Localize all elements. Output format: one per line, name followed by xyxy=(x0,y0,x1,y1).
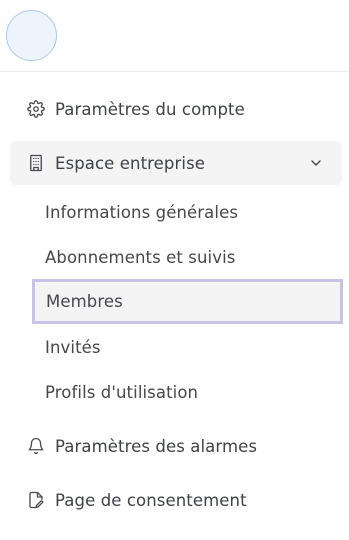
subitem-members[interactable]: Membres xyxy=(32,279,343,324)
nav-item-company-space[interactable]: Espace entreprise xyxy=(10,141,342,185)
nav-item-label: Page de consentement xyxy=(55,490,247,510)
chevron-down-icon[interactable] xyxy=(308,155,324,171)
subitem-label: Profils d'utilisation xyxy=(45,383,199,402)
subitem-guests[interactable]: Invités xyxy=(32,325,343,370)
building-icon xyxy=(27,154,45,172)
subitem-label: Invités xyxy=(45,338,101,357)
gear-icon xyxy=(27,100,45,118)
subitem-label: Informations générales xyxy=(45,203,239,222)
file-edit-icon xyxy=(27,491,45,509)
subitem-label: Abonnements et suivis xyxy=(45,248,236,267)
nav-item-account-settings[interactable]: Paramètres du compte xyxy=(10,87,342,131)
subitem-usage-profiles[interactable]: Profils d'utilisation xyxy=(32,370,343,415)
sidebar-header xyxy=(0,0,349,72)
nav-item-label: Paramètres du compte xyxy=(55,99,245,119)
subitem-subscriptions[interactable]: Abonnements et suivis xyxy=(32,235,343,280)
nav-item-consent-page[interactable]: Page de consentement xyxy=(10,478,342,522)
bell-icon xyxy=(27,437,45,455)
subitem-general-information[interactable]: Informations générales xyxy=(32,190,343,235)
nav-item-label: Espace entreprise xyxy=(55,153,206,173)
nav-item-label: Paramètres des alarmes xyxy=(55,436,258,456)
subitem-label: Membres xyxy=(46,292,123,311)
nav-item-alarm-settings[interactable]: Paramètres des alarmes xyxy=(10,424,342,468)
avatar[interactable] xyxy=(6,10,57,61)
